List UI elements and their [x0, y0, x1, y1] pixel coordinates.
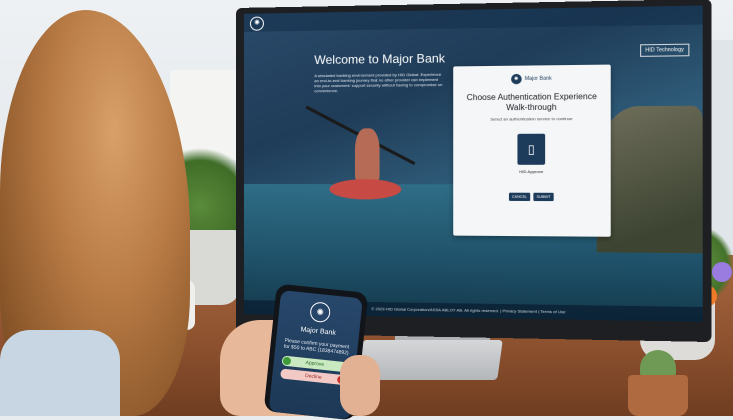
card-brand: ✺ Major Bank — [453, 73, 611, 85]
option-label: HID Approve — [519, 168, 544, 175]
hid-technology-badge[interactable]: HID Technology — [639, 43, 690, 57]
cancel-button[interactable]: CANCEL — [508, 192, 531, 202]
card-buttons: CANCEL SUBMIT — [453, 192, 611, 202]
bank-seal-icon[interactable]: ✺ — [249, 16, 264, 31]
bank-seal-icon: ✺ — [309, 301, 332, 324]
person-thumb — [340, 355, 380, 416]
screen-paddler — [354, 128, 380, 182]
decline-label: Decline — [304, 373, 322, 381]
card-brand-label: Major Bank — [524, 75, 552, 83]
screen-cliff — [596, 105, 703, 254]
welcome-title: Welcome to Major Bank — [314, 51, 446, 68]
monitor-screen: ✺ HID Technology Welcome to Major Bank A… — [243, 5, 703, 322]
cactus-pot — [628, 375, 688, 416]
card-subheading: Select an authentication service to cont… — [490, 115, 573, 122]
phone-title: Major Bank — [300, 326, 337, 337]
card-heading: Choose Authentication Experience Walk-th… — [466, 91, 597, 113]
hid-approve-option[interactable]: ▯ — [517, 133, 546, 165]
phone-approve-icon: ▯ — [527, 142, 535, 157]
person-shoulder — [0, 330, 120, 416]
auth-card: ✺ Major Bank Choose Authentication Exper… — [453, 64, 611, 237]
approve-dot-icon — [282, 356, 292, 366]
screen-kayak — [329, 179, 402, 200]
purple-flower — [712, 262, 732, 282]
bank-seal-icon: ✺ — [510, 73, 522, 85]
phone-message: Please confirm your payment for $50 to A… — [283, 337, 350, 357]
intro-text: A simulated banking environment provided… — [314, 71, 443, 94]
submit-button[interactable]: SUBMIT — [533, 192, 554, 202]
approve-label: Approve — [305, 359, 325, 368]
screen-topbar: ✺ — [243, 5, 703, 32]
